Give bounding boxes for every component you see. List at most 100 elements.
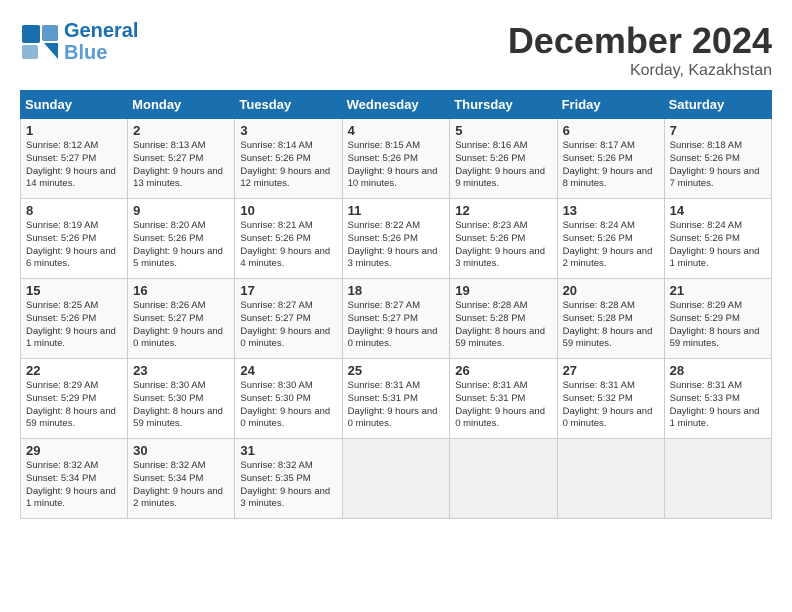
calendar-cell: 31 Sunrise: 8:32 AMSunset: 5:35 PMDayligh… xyxy=(235,439,342,519)
day-info: Sunrise: 8:25 AMSunset: 5:26 PMDaylight:… xyxy=(26,300,116,349)
calendar-cell: 18 Sunrise: 8:27 AMSunset: 5:27 PMDayligh… xyxy=(342,279,450,359)
calendar-cell: 10 Sunrise: 8:21 AMSunset: 5:26 PMDayligh… xyxy=(235,199,342,279)
calendar-cell: 24 Sunrise: 8:30 AMSunset: 5:30 PMDayligh… xyxy=(235,359,342,439)
day-number: 6 xyxy=(563,123,659,138)
calendar-cell: 15 Sunrise: 8:25 AMSunset: 5:26 PMDayligh… xyxy=(21,279,128,359)
calendar-cell: 27 Sunrise: 8:31 AMSunset: 5:32 PMDayligh… xyxy=(557,359,664,439)
day-number: 29 xyxy=(26,443,122,458)
calendar-table: Sunday Monday Tuesday Wednesday Thursday… xyxy=(20,90,772,519)
day-number: 1 xyxy=(26,123,122,138)
calendar-row-5: 29Sunrise: 8:32 AMSunset: 5:34 PMDayligh… xyxy=(21,439,772,519)
day-info: Sunrise: 8:26 AMSunset: 5:27 PMDaylight:… xyxy=(133,300,223,349)
day-number: 28 xyxy=(670,363,766,378)
day-info: Sunrise: 8:14 AMSunset: 5:26 PMDaylight:… xyxy=(240,140,330,189)
calendar-body: 1 Sunrise: 8:12 AMSunset: 5:27 PMDaylight… xyxy=(21,119,772,519)
calendar-cell xyxy=(557,439,664,519)
day-info: Sunrise: 8:31 AMSunset: 5:32 PMDaylight:… xyxy=(563,380,653,429)
calendar-row-3: 15 Sunrise: 8:25 AMSunset: 5:26 PMDayligh… xyxy=(21,279,772,359)
calendar-cell: 7Sunrise: 8:18 AMSunset: 5:26 PMDaylight… xyxy=(664,119,771,199)
day-number: 30 xyxy=(133,443,229,458)
day-info: Sunrise: 8:15 AMSunset: 5:26 PMDaylight:… xyxy=(348,140,438,189)
day-number: 14 xyxy=(670,203,766,218)
day-info: Sunrise: 8:29 AMSunset: 5:29 PMDaylight:… xyxy=(26,380,116,429)
day-number: 8 xyxy=(26,203,122,218)
day-number: 20 xyxy=(563,283,659,298)
calendar-cell xyxy=(342,439,450,519)
day-number: 2 xyxy=(133,123,229,138)
col-wednesday: Wednesday xyxy=(342,91,450,119)
day-info: Sunrise: 8:17 AMSunset: 5:26 PMDaylight:… xyxy=(563,140,653,189)
calendar-cell: 28 Sunrise: 8:31 AMSunset: 5:33 PMDayligh… xyxy=(664,359,771,439)
day-info: Sunrise: 8:32 AMSunset: 5:35 PMDaylight:… xyxy=(240,460,330,509)
calendar-cell: 13 Sunrise: 8:24 AMSunset: 5:26 PMDayligh… xyxy=(557,199,664,279)
day-number: 7 xyxy=(670,123,766,138)
title-block: December 2024 Korday, Kazakhstan xyxy=(508,20,772,80)
day-info: Sunrise: 8:30 AMSunset: 5:30 PMDaylight:… xyxy=(240,380,330,429)
day-info: Sunrise: 8:20 AMSunset: 5:26 PMDaylight:… xyxy=(133,220,223,269)
calendar-header-row: Sunday Monday Tuesday Wednesday Thursday… xyxy=(21,91,772,119)
day-info: Sunrise: 8:27 AMSunset: 5:27 PMDaylight:… xyxy=(348,300,438,349)
page-header: General Blue December 2024 Korday, Kazak… xyxy=(20,20,772,80)
calendar-cell: 26 Sunrise: 8:31 AMSunset: 5:31 PMDayligh… xyxy=(450,359,557,439)
day-info: Sunrise: 8:12 AMSunset: 5:27 PMDaylight:… xyxy=(26,140,116,189)
calendar-cell xyxy=(664,439,771,519)
day-info: Sunrise: 8:31 AMSunset: 5:31 PMDaylight:… xyxy=(455,380,545,429)
day-info: Sunrise: 8:21 AMSunset: 5:26 PMDaylight:… xyxy=(240,220,330,269)
day-number: 23 xyxy=(133,363,229,378)
day-number: 15 xyxy=(26,283,122,298)
day-info: Sunrise: 8:28 AMSunset: 5:28 PMDaylight:… xyxy=(563,300,653,349)
calendar-cell: 17Sunrise: 8:27 AMSunset: 5:27 PMDayligh… xyxy=(235,279,342,359)
calendar-cell: 6 Sunrise: 8:17 AMSunset: 5:26 PMDaylight… xyxy=(557,119,664,199)
day-number: 26 xyxy=(455,363,551,378)
calendar-cell: 2 Sunrise: 8:13 AMSunset: 5:27 PMDaylight… xyxy=(128,119,235,199)
calendar-cell: 16Sunrise: 8:26 AMSunset: 5:27 PMDayligh… xyxy=(128,279,235,359)
day-info: Sunrise: 8:31 AMSunset: 5:31 PMDaylight:… xyxy=(348,380,438,429)
day-number: 19 xyxy=(455,283,551,298)
col-sunday: Sunday xyxy=(21,91,128,119)
location-title: Korday, Kazakhstan xyxy=(508,62,772,80)
day-info: Sunrise: 8:19 AMSunset: 5:26 PMDaylight:… xyxy=(26,220,116,269)
col-friday: Friday xyxy=(557,91,664,119)
day-number: 18 xyxy=(348,283,445,298)
month-title: December 2024 xyxy=(508,20,772,62)
calendar-cell: 11 Sunrise: 8:22 AMSunset: 5:26 PMDayligh… xyxy=(342,199,450,279)
calendar-cell: 12Sunrise: 8:23 AMSunset: 5:26 PMDayligh… xyxy=(450,199,557,279)
calendar-cell: 25 Sunrise: 8:31 AMSunset: 5:31 PMDayligh… xyxy=(342,359,450,439)
calendar-cell: 8 Sunrise: 8:19 AMSunset: 5:26 PMDaylight… xyxy=(21,199,128,279)
calendar-cell: 30Sunrise: 8:32 AMSunset: 5:34 PMDayligh… xyxy=(128,439,235,519)
calendar-cell: 21Sunrise: 8:29 AMSunset: 5:29 PMDayligh… xyxy=(664,279,771,359)
calendar-cell: 5Sunrise: 8:16 AMSunset: 5:26 PMDaylight… xyxy=(450,119,557,199)
day-number: 10 xyxy=(240,203,336,218)
logo-blue: Blue xyxy=(64,42,138,64)
calendar-cell: 29Sunrise: 8:32 AMSunset: 5:34 PMDayligh… xyxy=(21,439,128,519)
day-number: 27 xyxy=(563,363,659,378)
day-number: 24 xyxy=(240,363,336,378)
day-number: 11 xyxy=(348,203,445,218)
calendar-row-1: 1 Sunrise: 8:12 AMSunset: 5:27 PMDaylight… xyxy=(21,119,772,199)
col-saturday: Saturday xyxy=(664,91,771,119)
day-info: Sunrise: 8:24 AMSunset: 5:26 PMDaylight:… xyxy=(670,220,760,269)
logo-general: General xyxy=(64,20,138,42)
day-number: 21 xyxy=(670,283,766,298)
day-info: Sunrise: 8:31 AMSunset: 5:33 PMDaylight:… xyxy=(670,380,760,429)
day-number: 22 xyxy=(26,363,122,378)
day-info: Sunrise: 8:24 AMSunset: 5:26 PMDaylight:… xyxy=(563,220,653,269)
day-info: Sunrise: 8:28 AMSunset: 5:28 PMDaylight:… xyxy=(455,300,545,349)
calendar-cell: 20 Sunrise: 8:28 AMSunset: 5:28 PMDayligh… xyxy=(557,279,664,359)
calendar-row-4: 22 Sunrise: 8:29 AMSunset: 5:29 PMDayligh… xyxy=(21,359,772,439)
day-info: Sunrise: 8:22 AMSunset: 5:26 PMDaylight:… xyxy=(348,220,438,269)
calendar-cell: 1 Sunrise: 8:12 AMSunset: 5:27 PMDaylight… xyxy=(21,119,128,199)
calendar-cell xyxy=(450,439,557,519)
col-thursday: Thursday xyxy=(450,91,557,119)
day-info: Sunrise: 8:13 AMSunset: 5:27 PMDaylight:… xyxy=(133,140,223,189)
col-monday: Monday xyxy=(128,91,235,119)
day-number: 13 xyxy=(563,203,659,218)
day-number: 4 xyxy=(348,123,445,138)
day-number: 17 xyxy=(240,283,336,298)
day-number: 3 xyxy=(240,123,336,138)
calendar-cell: 4 Sunrise: 8:15 AMSunset: 5:26 PMDaylight… xyxy=(342,119,450,199)
day-number: 31 xyxy=(240,443,336,458)
day-number: 12 xyxy=(455,203,551,218)
day-number: 25 xyxy=(348,363,445,378)
calendar-cell: 14 Sunrise: 8:24 AMSunset: 5:26 PMDayligh… xyxy=(664,199,771,279)
